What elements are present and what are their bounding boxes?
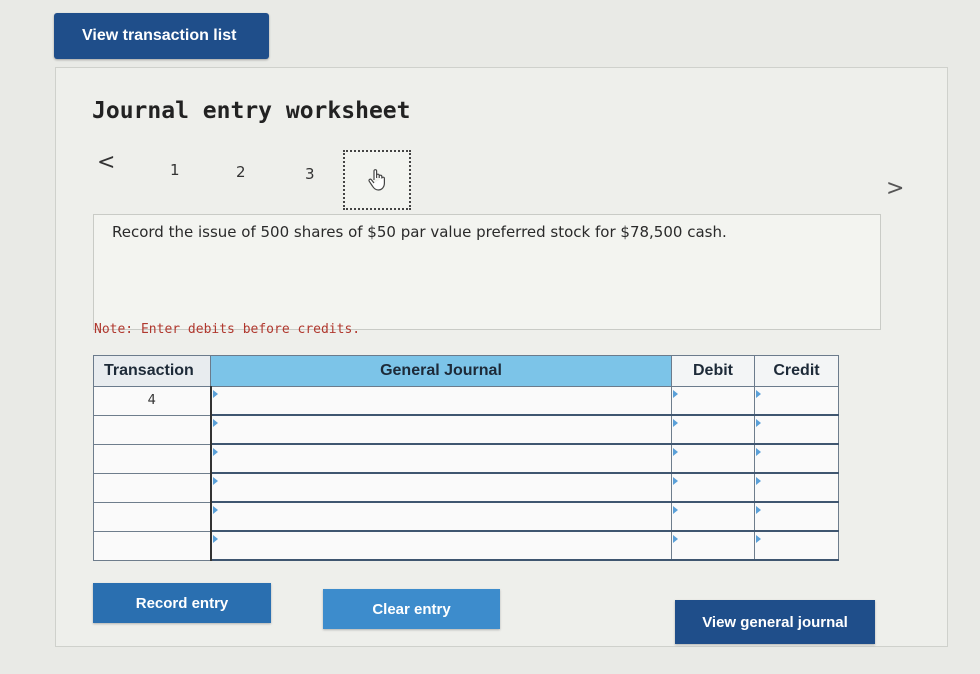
column-header-transaction: Transaction bbox=[93, 355, 211, 387]
clear-entry-button[interactable]: Clear entry bbox=[323, 589, 500, 629]
account-input-cell[interactable] bbox=[210, 530, 672, 561]
column-header-credit: Credit bbox=[754, 355, 839, 387]
debit-input-cell[interactable] bbox=[671, 414, 755, 445]
note-text: Note: Enter debits before credits. bbox=[94, 322, 361, 337]
view-general-journal-button[interactable]: View general journal bbox=[675, 600, 875, 644]
table-row bbox=[93, 472, 839, 503]
debit-input-cell[interactable] bbox=[671, 386, 755, 416]
table-row bbox=[93, 530, 839, 561]
table-row bbox=[93, 501, 839, 532]
transaction-cell bbox=[93, 501, 212, 532]
view-transaction-list-button[interactable]: View transaction list bbox=[54, 13, 269, 59]
transaction-cell: 4 bbox=[93, 386, 212, 416]
table-row bbox=[93, 443, 839, 474]
credit-input-cell[interactable] bbox=[754, 386, 839, 416]
credit-input-cell[interactable] bbox=[754, 472, 839, 503]
account-input-cell[interactable] bbox=[210, 414, 672, 445]
next-step-button[interactable]: > bbox=[886, 176, 904, 201]
step-3-tab[interactable]: 3 bbox=[305, 165, 315, 183]
transaction-cell bbox=[93, 472, 212, 503]
hand-pointer-icon bbox=[368, 169, 385, 191]
transaction-cell bbox=[93, 530, 212, 561]
column-header-debit: Debit bbox=[671, 355, 755, 387]
account-input-cell[interactable] bbox=[210, 501, 672, 532]
previous-step-button[interactable]: < bbox=[97, 150, 115, 175]
credit-input-cell[interactable] bbox=[754, 530, 839, 561]
account-input-cell[interactable] bbox=[210, 443, 672, 474]
step-4-tab-current[interactable] bbox=[343, 150, 411, 210]
record-entry-button[interactable]: Record entry bbox=[93, 583, 271, 623]
step-2-tab[interactable]: 2 bbox=[236, 163, 246, 181]
account-input-cell[interactable] bbox=[210, 472, 672, 503]
debit-input-cell[interactable] bbox=[671, 530, 755, 561]
credit-input-cell[interactable] bbox=[754, 443, 839, 474]
debit-input-cell[interactable] bbox=[671, 443, 755, 474]
credit-input-cell[interactable] bbox=[754, 414, 839, 445]
column-header-general-journal: General Journal bbox=[210, 355, 672, 387]
account-input-cell[interactable] bbox=[210, 386, 672, 416]
transaction-description: Record the issue of 500 shares of $50 pa… bbox=[112, 223, 727, 241]
table-row: 4 bbox=[93, 386, 839, 416]
credit-input-cell[interactable] bbox=[754, 501, 839, 532]
table-row bbox=[93, 414, 839, 445]
debit-input-cell[interactable] bbox=[671, 501, 755, 532]
debit-input-cell[interactable] bbox=[671, 472, 755, 503]
transaction-cell bbox=[93, 414, 212, 445]
worksheet-title: Journal entry worksheet bbox=[92, 98, 411, 124]
transaction-cell bbox=[93, 443, 212, 474]
journal-entry-table: Transaction General Journal Debit Credit… bbox=[93, 355, 839, 561]
step-1-tab[interactable]: 1 bbox=[170, 161, 180, 179]
